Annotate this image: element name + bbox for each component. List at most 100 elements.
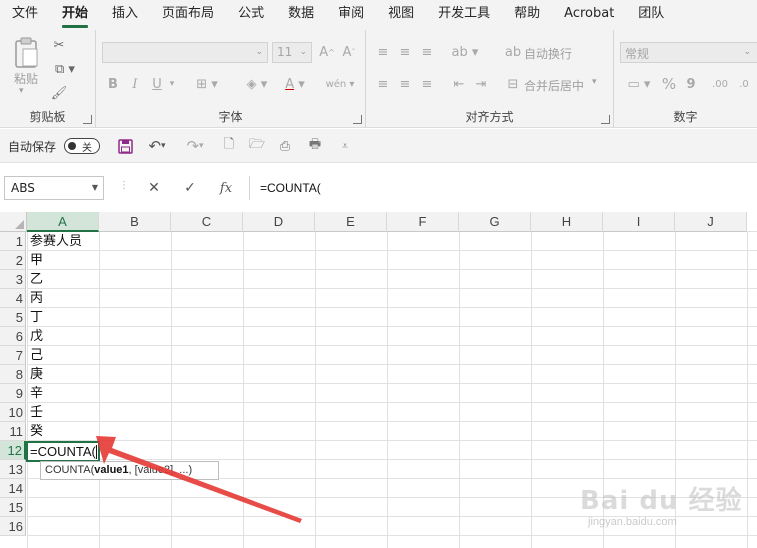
column-header-f[interactable]: F — [387, 212, 459, 232]
increase-font-icon[interactable]: A ^ — [318, 42, 336, 62]
cell-a1[interactable]: 参赛人员 — [27, 232, 99, 251]
print-icon[interactable]: 🖶 — [306, 137, 324, 155]
cancel-icon[interactable]: ✕ — [144, 178, 164, 198]
align-center-icon[interactable]: ≡ — [396, 74, 414, 94]
row-header-6[interactable]: 6 — [0, 327, 26, 346]
menu-tab-0[interactable]: 文件 — [0, 0, 50, 30]
column-header-b[interactable]: B — [99, 212, 171, 232]
row-header-12[interactable]: 12 — [0, 441, 26, 460]
cell-a11[interactable]: 癸 — [27, 422, 99, 441]
row-header-4[interactable]: 4 — [0, 289, 26, 308]
row-header-14[interactable]: 14 — [0, 479, 26, 498]
row-header-2[interactable]: 2 — [0, 251, 26, 270]
phonetic-icon[interactable]: wén ▾ — [322, 74, 358, 94]
open-folder-icon[interactable]: 🗁 — [248, 137, 266, 155]
alignment-launcher-icon[interactable] — [601, 115, 610, 124]
align-left-icon[interactable]: ≡ — [374, 74, 392, 94]
column-header-e[interactable]: E — [315, 212, 387, 232]
italic-button[interactable]: I — [126, 74, 144, 94]
row-header-5[interactable]: 5 — [0, 308, 26, 327]
menu-tab-3[interactable]: 页面布局 — [150, 0, 226, 30]
increase-indent-icon[interactable]: ⇥ — [472, 74, 490, 94]
autosave-toggle[interactable]: 关 — [64, 138, 100, 154]
enter-icon[interactable]: ✓ — [180, 178, 200, 198]
menu-tab-10[interactable]: Acrobat — [552, 0, 626, 30]
redo-icon[interactable]: ↷ ▾ — [180, 137, 210, 155]
menu-tab-7[interactable]: 视图 — [376, 0, 426, 30]
row-header-7[interactable]: 7 — [0, 346, 26, 365]
column-header-d[interactable]: D — [243, 212, 315, 232]
menu-tab-5[interactable]: 数据 — [276, 0, 326, 30]
save-icon[interactable] — [116, 137, 134, 155]
merge-center-button[interactable]: 合并后居中 — [524, 77, 584, 94]
cell-a4[interactable]: 丙 — [27, 289, 99, 308]
decrease-decimal-icon[interactable]: .0 — [734, 74, 754, 94]
row-header-9[interactable]: 9 — [0, 384, 26, 403]
wrap-text-icon[interactable]: ab — [504, 42, 522, 62]
chevron-down-icon[interactable]: ▾ — [592, 77, 597, 87]
underline-button[interactable]: U — [148, 74, 166, 94]
column-header-j[interactable]: J — [675, 212, 747, 232]
row-header-8[interactable]: 8 — [0, 365, 26, 384]
select-all-button[interactable] — [0, 212, 27, 232]
wrap-text-button[interactable]: 自动换行 — [524, 45, 572, 62]
print-preview-icon[interactable]: ⎙ — [276, 137, 294, 155]
insert-function-button[interactable]: fx — [216, 178, 236, 198]
font-size-combo[interactable]: 11 ⌄ — [272, 42, 312, 63]
menu-tab-2[interactable]: 插入 — [100, 0, 150, 30]
cell-a6[interactable]: 戊 — [27, 327, 99, 346]
font-launcher-icon[interactable] — [353, 115, 362, 124]
new-file-icon[interactable]: 🗋 — [220, 137, 238, 155]
currency-icon[interactable]: ▭ ▾ — [622, 74, 656, 94]
top-align-icon[interactable]: ≡ — [374, 42, 392, 62]
row-header-15[interactable]: 15 — [0, 498, 26, 517]
paste-button[interactable]: 粘贴 — [14, 70, 38, 87]
undo-icon[interactable]: ↶ ▾ — [142, 137, 172, 155]
column-header-i[interactable]: I — [603, 212, 675, 232]
border-icon[interactable]: ⊞ ▾ — [192, 74, 222, 94]
column-header-a[interactable]: A — [27, 212, 99, 232]
active-cell-a12[interactable]: =COUNTA( — [26, 441, 100, 462]
align-right-icon[interactable]: ≡ — [418, 74, 436, 94]
row-header-3[interactable]: 3 — [0, 270, 26, 289]
function-tooltip[interactable]: COUNTA(value1, [value2], ...) — [40, 461, 219, 480]
cell-a5[interactable]: 丁 — [27, 308, 99, 327]
number-format-combo[interactable]: 常规 ⌄ — [620, 42, 757, 63]
copy-icon[interactable]: ⧉ ▾ — [50, 60, 80, 78]
menu-tab-1[interactable]: 开始 — [50, 0, 100, 30]
cell-a9[interactable]: 辛 — [27, 384, 99, 403]
bottom-align-icon[interactable]: ≡ — [418, 42, 436, 62]
row-header-10[interactable]: 10 — [0, 403, 26, 422]
merge-icon[interactable]: ⊟ — [504, 74, 522, 94]
menu-tab-8[interactable]: 开发工具 — [426, 0, 502, 30]
menu-tab-11[interactable]: 团队 — [626, 0, 676, 30]
cell-a3[interactable]: 乙 — [27, 270, 99, 289]
bold-button[interactable]: B — [104, 74, 122, 94]
font-color-icon[interactable]: A ▾ — [278, 74, 312, 94]
column-header-h[interactable]: H — [531, 212, 603, 232]
row-header-16[interactable]: 16 — [0, 517, 26, 536]
column-header-c[interactable]: C — [171, 212, 243, 232]
cell-a2[interactable]: 甲 — [27, 251, 99, 270]
fill-color-icon[interactable]: ◈ ▾ — [240, 74, 274, 94]
menu-tab-4[interactable]: 公式 — [226, 0, 276, 30]
menu-tab-9[interactable]: 帮助 — [502, 0, 552, 30]
decrease-indent-icon[interactable]: ⇤ — [450, 74, 468, 94]
paste-dropdown-icon[interactable]: ▾ — [19, 86, 24, 96]
column-header-g[interactable]: G — [459, 212, 531, 232]
formula-input[interactable]: =COUNTA( — [249, 176, 757, 200]
row-header-1[interactable]: 1 — [0, 232, 26, 251]
increase-decimal-icon[interactable]: .00 — [710, 74, 730, 94]
cell-a10[interactable]: 壬 — [27, 403, 99, 422]
paste-icon[interactable] — [10, 36, 42, 70]
name-box[interactable]: ABS ▼ — [4, 176, 104, 200]
middle-align-icon[interactable]: ≡ — [396, 42, 414, 62]
font-name-combo[interactable]: ⌄ — [102, 42, 268, 63]
decrease-font-icon[interactable]: Aˇ — [340, 42, 358, 62]
clipboard-launcher-icon[interactable] — [83, 115, 92, 124]
menu-tab-6[interactable]: 审阅 — [326, 0, 376, 30]
chevron-down-icon[interactable]: ▾ — [166, 74, 178, 94]
cut-icon[interactable]: ✂ — [50, 36, 68, 54]
cell-a7[interactable]: 己 — [27, 346, 99, 365]
percent-icon[interactable]: % — [660, 74, 678, 94]
